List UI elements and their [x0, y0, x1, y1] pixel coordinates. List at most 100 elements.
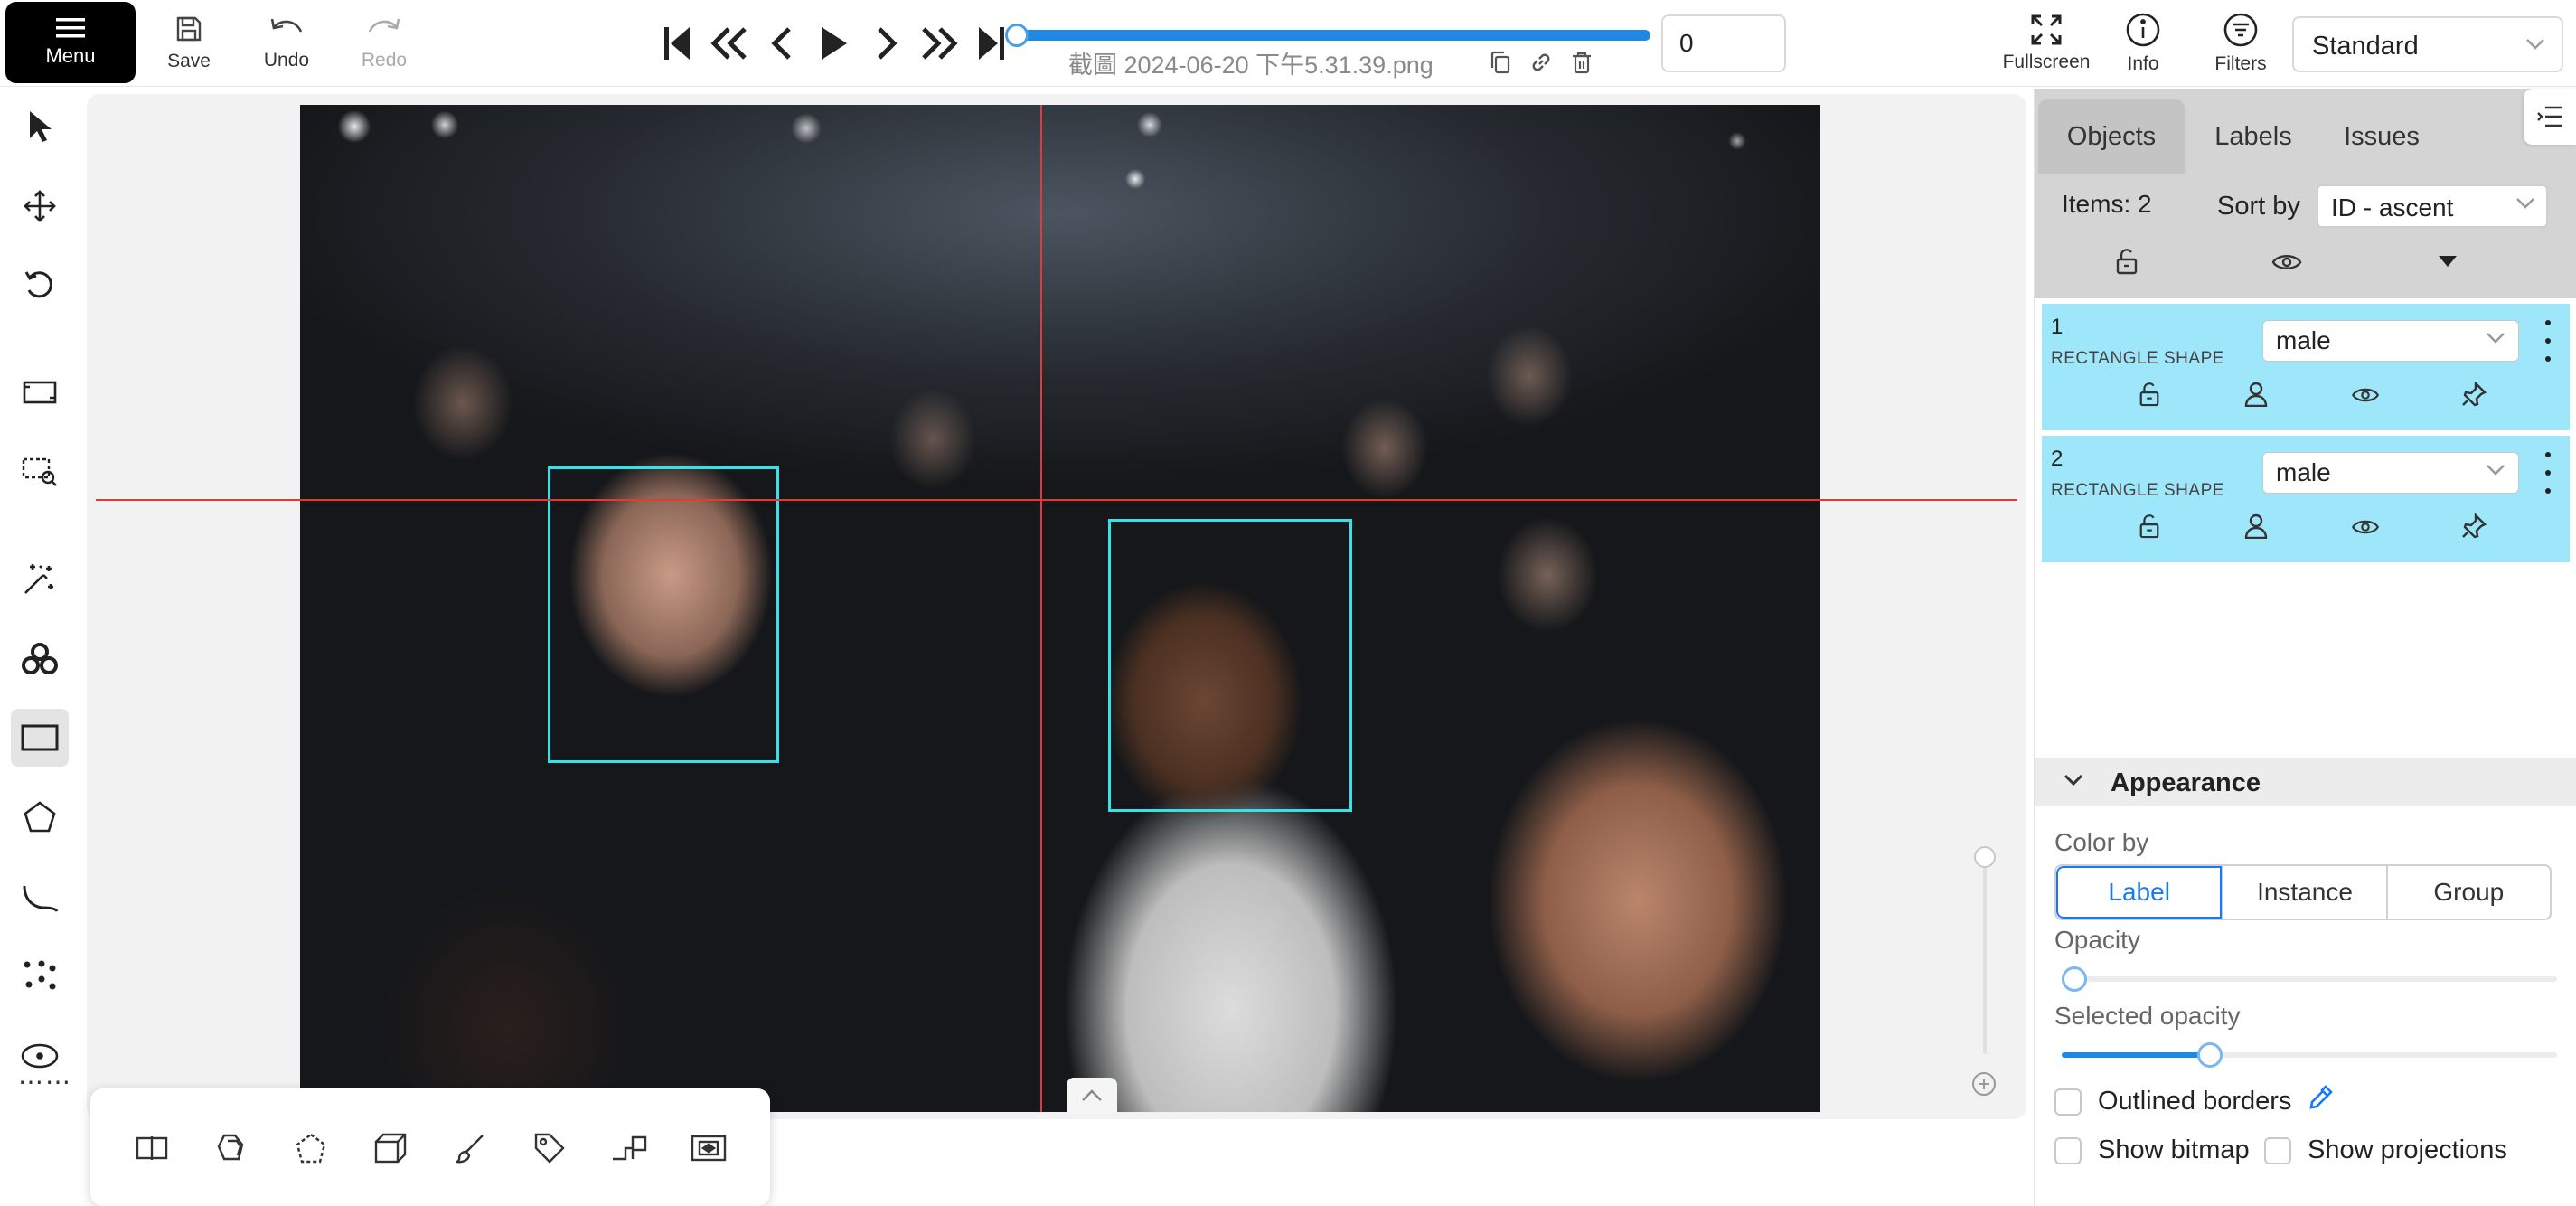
bounding-box-2[interactable]: [1108, 519, 1352, 812]
selected-opacity-slider-fill: [2062, 1052, 2210, 1058]
first-frame-button[interactable]: [651, 18, 703, 69]
tab-objects[interactable]: Objects: [2038, 99, 2185, 174]
eye-icon[interactable]: [2351, 517, 2380, 537]
polygon-tool[interactable]: [11, 788, 69, 846]
copy-icon[interactable]: [1490, 51, 1511, 74]
link-icon[interactable]: [1529, 51, 1553, 74]
chevron-down-icon: [2526, 39, 2544, 50]
magic-wand-tool[interactable]: [11, 550, 69, 608]
collapse-panel-tab[interactable]: [1067, 1078, 1117, 1114]
tag-tool[interactable]: [524, 1123, 575, 1173]
polyline-icon: [23, 885, 59, 912]
zoom-region-tool[interactable]: [11, 443, 69, 501]
fast-forward-button[interactable]: [913, 18, 965, 69]
unlock-icon[interactable]: [2138, 513, 2161, 539]
object-label-value: male: [2276, 458, 2331, 486]
fit-image-tool[interactable]: [11, 363, 69, 421]
play-button[interactable]: [808, 18, 860, 69]
more-options-icon[interactable]: [2539, 320, 2557, 362]
selected-opacity-slider[interactable]: [2062, 1042, 2557, 1068]
user-icon[interactable]: [2244, 382, 2268, 407]
object-item-1[interactable]: 1 RECTANGLE SHAPE male: [2042, 304, 2570, 430]
tab-issues[interactable]: Issues: [2324, 99, 2440, 174]
opacity-slider-handle[interactable]: [2062, 966, 2087, 992]
bounding-box-1[interactable]: [548, 466, 779, 763]
zoom-in-icon[interactable]: [1970, 1070, 1998, 1098]
filters-button[interactable]: Filters: [2202, 7, 2280, 80]
caret-down-icon[interactable]: [2438, 255, 2458, 268]
fast-backward-button[interactable]: [703, 18, 756, 69]
object-label-select[interactable]: male: [2262, 320, 2519, 362]
color-by-group-option[interactable]: Group: [2385, 866, 2550, 919]
move-tool[interactable]: [11, 177, 69, 235]
user-icon[interactable]: [2244, 513, 2268, 539]
unlock-all-icon[interactable]: [2114, 248, 2139, 275]
color-by-label-option[interactable]: Label: [2056, 866, 2223, 919]
double-chevron-right-icon: [922, 27, 958, 60]
brush-icon: [456, 1135, 484, 1164]
rectangle-tool[interactable]: [11, 709, 69, 767]
color-picker-icon[interactable]: [2308, 1083, 2335, 1112]
redo-button[interactable]: Redo: [343, 9, 425, 78]
selected-opacity-label: Selected opacity: [2054, 1002, 2241, 1030]
opacity-label: Opacity: [2054, 926, 2140, 954]
zoom-slider-handle[interactable]: [1974, 846, 1996, 868]
appearance-header[interactable]: Appearance: [2035, 758, 2576, 806]
color-by-label: Color by: [2054, 828, 2149, 856]
info-icon: [2126, 13, 2160, 47]
cursor-tool[interactable]: [11, 98, 69, 155]
trash-icon[interactable]: [1571, 51, 1593, 74]
pin-icon[interactable]: [2461, 513, 2487, 539]
merge-tool[interactable]: [206, 1123, 257, 1173]
frame-slider-handle[interactable]: [1005, 24, 1029, 47]
frame-number-input[interactable]: 0: [1661, 14, 1786, 72]
more-tools-icon[interactable]: ⋯⋯: [18, 1067, 72, 1097]
cuboid-tool[interactable]: [365, 1123, 416, 1173]
chevron-down-icon: [2487, 333, 2505, 344]
group-tool[interactable]: [286, 1123, 336, 1173]
sort-select[interactable]: ID - ascent: [2317, 184, 2548, 228]
object-item-2[interactable]: 2 RECTANGLE SHAPE male: [2042, 436, 2570, 562]
save-button[interactable]: Save: [148, 9, 230, 78]
openvino-tool[interactable]: [11, 629, 69, 687]
eye-all-icon[interactable]: [2271, 251, 2302, 273]
object-label-select[interactable]: male: [2262, 452, 2519, 494]
points-tool[interactable]: [11, 947, 69, 1005]
selected-opacity-slider-handle[interactable]: [2197, 1042, 2223, 1068]
outlined-borders-checkbox[interactable]: [2054, 1088, 2082, 1116]
show-projections-checkbox[interactable]: [2264, 1137, 2291, 1164]
polygon-icon: [24, 801, 56, 833]
zoom-slider-track[interactable]: [1983, 864, 1987, 1054]
opacity-slider[interactable]: [2062, 966, 2557, 992]
zoom-slider[interactable]: [1974, 846, 1996, 1090]
show-projections-label: Show projections: [2308, 1135, 2507, 1164]
color-by-instance-option[interactable]: Instance: [2222, 866, 2385, 919]
undo-button[interactable]: Undo: [246, 9, 327, 78]
workspace-value: Standard: [2312, 32, 2419, 61]
split-tool[interactable]: [127, 1123, 177, 1173]
workspace-select[interactable]: Standard: [2292, 16, 2563, 72]
pin-icon[interactable]: [2461, 382, 2487, 407]
sidebar-toggle-button[interactable]: [2524, 89, 2576, 145]
menu-button[interactable]: Menu: [5, 2, 136, 83]
eye-icon[interactable]: [2351, 385, 2380, 405]
unlock-icon[interactable]: [2138, 382, 2161, 407]
mask-tool[interactable]: [683, 1123, 734, 1173]
next-frame-button[interactable]: [860, 18, 913, 69]
frame-slider-track[interactable]: [1014, 30, 1650, 41]
annotation-app: Menu Save Undo Redo 截圖 2024-06-20 下午5.31…: [0, 0, 2576, 1206]
brush-tool[interactable]: [445, 1123, 495, 1173]
save-icon: [176, 16, 202, 42]
polyline-tool[interactable]: [11, 868, 69, 926]
cursor-icon: [30, 111, 52, 142]
more-options-icon[interactable]: [2539, 452, 2557, 494]
points-icon: [24, 960, 56, 990]
skeleton-tool[interactable]: [604, 1123, 654, 1173]
previous-frame-button[interactable]: [756, 18, 808, 69]
rotate-tool[interactable]: [11, 257, 69, 315]
image-canvas[interactable]: [300, 105, 1820, 1112]
show-bitmap-checkbox[interactable]: [2054, 1137, 2082, 1164]
fullscreen-button[interactable]: Fullscreen: [2001, 7, 2092, 80]
tab-labels[interactable]: Labels: [2194, 99, 2313, 174]
info-button[interactable]: Info: [2104, 7, 2182, 80]
